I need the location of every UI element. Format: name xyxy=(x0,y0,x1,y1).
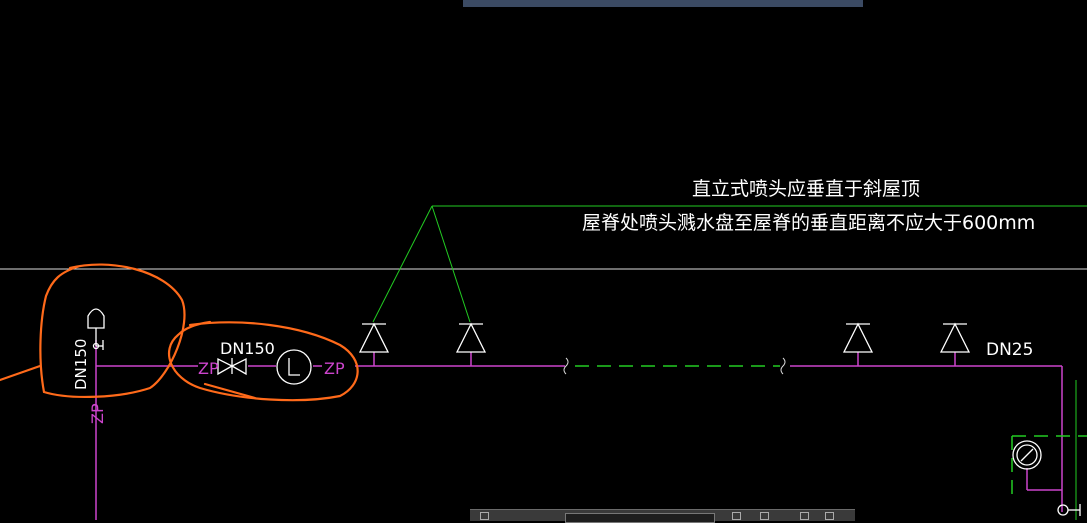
markup-annotations xyxy=(0,263,359,402)
cad-drawing-canvas[interactable]: 直立式喷头应垂直于斜屋顶 屋脊处喷头溅水盘至屋脊的垂直距离不应大于600mm D… xyxy=(0,0,1087,520)
zp-left-label: ZP xyxy=(198,359,219,378)
dn150-vertical-label: DN150 xyxy=(72,339,90,390)
pressure-gauge-icon[interactable] xyxy=(1012,440,1042,470)
annotation-line-2: 屋脊处喷头溅水盘至屋脊的垂直距离不应大于600mm xyxy=(582,212,1035,234)
pipe-break-right xyxy=(780,357,786,375)
upright-sprinkler-icon[interactable] xyxy=(358,322,390,353)
zp-right-label: ZP xyxy=(324,359,345,378)
gate-valve-icon[interactable] xyxy=(217,357,247,376)
upright-sprinkler-icon[interactable] xyxy=(842,322,874,353)
dn150-label: DN150 xyxy=(220,339,275,358)
annotation-line-1: 直立式喷头应垂直于斜屋顶 xyxy=(692,178,920,200)
toolbar-icon[interactable] xyxy=(732,512,741,520)
toolbar-input[interactable] xyxy=(565,513,715,523)
toolbar-icon[interactable] xyxy=(760,512,769,520)
bottom-toolbar xyxy=(470,509,855,523)
main-pipe xyxy=(95,340,1063,520)
toolbar-icon[interactable] xyxy=(825,512,834,520)
riser-end-device-icon[interactable] xyxy=(87,308,105,350)
toolbar-icon[interactable] xyxy=(480,512,489,520)
toolbar-icon[interactable] xyxy=(800,512,809,520)
upright-sprinkler-icon[interactable] xyxy=(455,322,487,353)
zp-vertical-label: ZP xyxy=(88,403,107,424)
flow-indicator-icon[interactable] xyxy=(276,349,312,385)
upright-sprinkler-icon[interactable] xyxy=(939,322,971,353)
dn25-label: DN25 xyxy=(986,340,1033,360)
